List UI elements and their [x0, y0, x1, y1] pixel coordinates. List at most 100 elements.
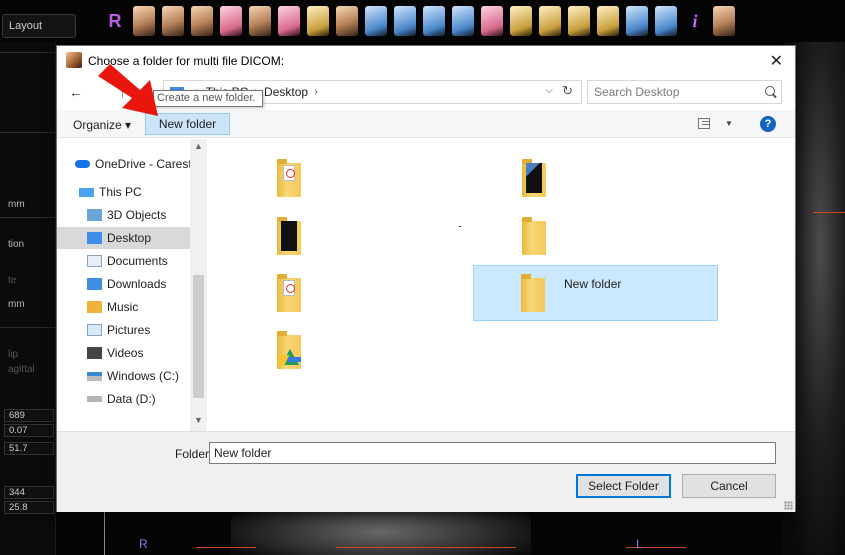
nav-item-pictures[interactable]: Pictures [87, 319, 190, 341]
dark-folder-icon [277, 217, 301, 255]
nav-item-3d-objects[interactable]: 3D Objects [87, 204, 190, 226]
nav-item-label: 3D Objects [107, 208, 167, 222]
select-folder-button[interactable]: Select Folder [576, 474, 671, 498]
nav-item-downloads[interactable]: Downloads [87, 273, 190, 295]
pdf-folder-icon [277, 274, 301, 312]
nav-item-label: Pictures [107, 323, 151, 337]
nav-item-data-d[interactable]: Data (D:) [87, 388, 190, 410]
head-tool-icon[interactable] [191, 6, 213, 36]
cancel-button[interactable]: Cancel [682, 474, 776, 498]
nav-item-this-pc[interactable]: This PC [79, 181, 190, 203]
measure-tool-icon[interactable] [510, 6, 532, 36]
left-panel-label: mm [8, 199, 25, 210]
close-icon[interactable]: ✕ [770, 51, 783, 71]
gum-tool-icon[interactable] [481, 6, 503, 36]
visibility-tool-icon[interactable] [655, 6, 677, 36]
orientation-right-label: L [636, 537, 643, 551]
crosshair-line [104, 509, 105, 555]
view-options-icon[interactable] [698, 118, 710, 129]
nav-item-music[interactable]: Music [87, 296, 190, 318]
breadcrumb-item[interactable]: Desktop [264, 85, 308, 99]
nav-item-label: Music [107, 300, 139, 314]
screenshot-tool-icon[interactable] [626, 6, 648, 36]
breadcrumb-separator-icon[interactable]: › [314, 86, 318, 98]
scrollbar-thumb[interactable] [193, 275, 204, 398]
chevron-down-icon[interactable]: ⌵ [545, 85, 553, 96]
arch-tool-icon[interactable] [307, 6, 329, 36]
drive-d-icon [87, 396, 102, 402]
organize-button[interactable]: Organize ▾ [73, 118, 131, 132]
nav-item-label: OneDrive - Carestr [95, 157, 190, 171]
search-icon[interactable] [765, 86, 775, 96]
folder-item[interactable] [514, 159, 554, 199]
folder-item[interactable] [269, 331, 309, 371]
folder-item-new-folder[interactable]: New folder [473, 265, 718, 321]
left-panel-value[interactable]: 344 [4, 486, 54, 499]
left-panel: mm tion te mm lip agittal 689 0.07 51.7 … [0, 42, 56, 555]
app-toolbar: Layout R i [0, 0, 845, 42]
folder-icon [521, 274, 545, 312]
implant-tool-icon[interactable] [423, 6, 445, 36]
chevron-up-icon[interactable]: ▲ [194, 141, 203, 151]
left-panel-label: tion [8, 239, 25, 250]
layout-tab[interactable]: Layout [2, 14, 76, 38]
back-arrow-icon[interactable]: ← [69, 84, 83, 100]
nerve-tool-icon[interactable] [452, 6, 474, 36]
navigation-pane: OneDrive - Carestr This PC 3D Objects De… [57, 139, 207, 431]
nav-item-videos[interactable]: Videos [87, 342, 190, 364]
left-panel-value[interactable]: 689 [4, 409, 54, 422]
nav-item-label: Videos [107, 346, 144, 360]
resize-grip-icon[interactable] [784, 501, 793, 510]
annotation-tool-icon[interactable] [597, 6, 619, 36]
folder-item[interactable] [269, 274, 309, 314]
folder-label: Folder: [175, 447, 213, 461]
organize-label: Organize [73, 118, 122, 132]
avatar-tool-icon[interactable] [713, 6, 735, 36]
folder-item[interactable] [514, 217, 554, 257]
orientation-left-label: R [139, 537, 148, 551]
nav-item-documents[interactable]: Documents [87, 250, 190, 272]
chevron-down-icon[interactable]: ▼ [725, 119, 733, 128]
skull-tool-icon[interactable] [162, 6, 184, 36]
documents-icon [87, 255, 102, 267]
left-panel-value[interactable]: 25.8 [4, 501, 54, 514]
pen-tool-icon[interactable] [365, 6, 387, 36]
dialog-footer: Folder: New folder Select Folder Cancel [57, 431, 795, 512]
left-panel-value[interactable]: 0.07 [4, 424, 54, 437]
nav-scrollbar[interactable]: ▲ ▼ [190, 139, 207, 431]
folder-item-label: New folder [564, 277, 622, 291]
chevron-down-icon[interactable]: ▼ [194, 415, 203, 425]
info-button[interactable]: i [684, 6, 706, 36]
folder-item[interactable] [269, 217, 309, 257]
left-panel-label: te [8, 275, 17, 286]
tool-strip: R i [104, 6, 735, 36]
text-tool-icon[interactable] [568, 6, 590, 36]
tooth-tool-icon[interactable] [336, 6, 358, 36]
angle-tool-icon[interactable] [539, 6, 561, 36]
ruler-tool-icon[interactable] [394, 6, 416, 36]
nav-item-onedrive[interactable]: OneDrive - Carestr [75, 153, 190, 175]
slice-line [813, 212, 845, 213]
face-tool-icon[interactable] [133, 6, 155, 36]
left-panel-value[interactable]: 51.7 [4, 442, 54, 455]
left-panel-label: mm [8, 299, 25, 310]
file-list: New folder [207, 139, 795, 431]
jaw-tool-icon[interactable] [249, 6, 271, 36]
folder-item[interactable] [269, 159, 309, 199]
profile-tool-icon[interactable] [220, 6, 242, 36]
lips-tool-icon[interactable] [278, 6, 300, 36]
nav-item-label: Downloads [107, 277, 167, 291]
desktop-folder-icon [87, 232, 102, 244]
folder-name-input[interactable]: New folder [209, 442, 776, 464]
nav-item-desktop[interactable]: Desktop [57, 227, 190, 249]
toolbar-letter-button[interactable]: R [104, 6, 126, 36]
music-icon [87, 301, 102, 313]
search-input[interactable]: Search Desktop [587, 80, 782, 104]
drive-c-icon [87, 371, 102, 381]
nav-item-windows-c[interactable]: Windows (C:) [87, 365, 190, 387]
left-panel-label: agittal [8, 364, 35, 375]
annotation-arrow-icon [98, 64, 158, 116]
refresh-icon[interactable]: ↻ [562, 83, 573, 99]
help-icon[interactable]: ? [760, 116, 776, 132]
nav-item-label: Windows (C:) [107, 369, 180, 383]
